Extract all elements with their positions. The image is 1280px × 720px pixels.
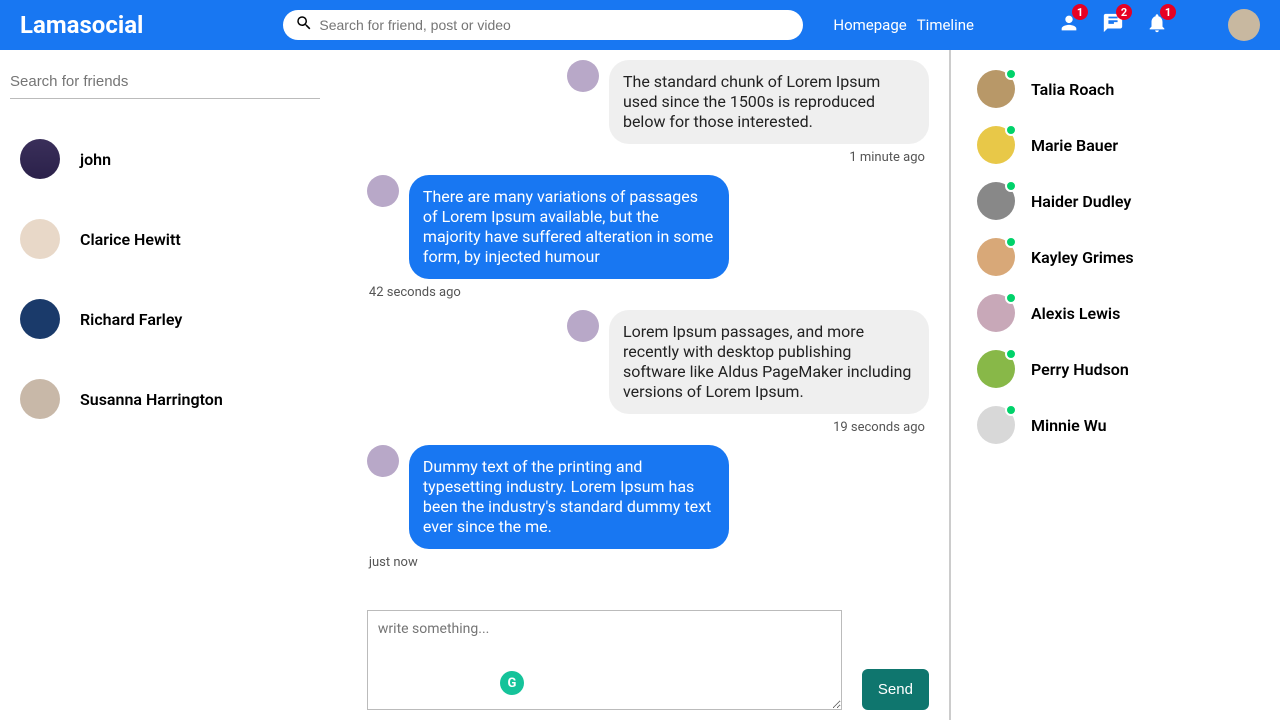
- message-bubble: Lorem Ipsum passages, and more recently …: [609, 310, 929, 414]
- message-bubble: There are many variations of passages of…: [409, 175, 729, 279]
- global-search-input[interactable]: [319, 17, 791, 33]
- avatar: [20, 299, 60, 339]
- message-time: 42 seconds ago: [367, 285, 461, 300]
- online-dot-icon: [1005, 348, 1017, 360]
- chat-column: The standard chunk of Lorem Ipsum used s…: [357, 50, 951, 720]
- message-bubble: Dummy text of the printing and typesetti…: [409, 445, 729, 549]
- online-name: Kayley Grimes: [1031, 248, 1134, 267]
- chat-icon[interactable]: 2: [1102, 12, 1124, 38]
- person-icon[interactable]: 1: [1058, 12, 1080, 38]
- online-name: Alexis Lewis: [1031, 304, 1120, 323]
- online-dot-icon: [1005, 404, 1017, 416]
- online-row[interactable]: Marie Bauer: [977, 126, 1270, 164]
- avatar: [20, 139, 60, 179]
- friend-name: Richard Farley: [80, 310, 182, 329]
- logo[interactable]: Lamasocial: [20, 11, 143, 39]
- online-name: Haider Dudley: [1031, 192, 1131, 211]
- online-dot-icon: [1005, 292, 1017, 304]
- message-row: The standard chunk of Lorem Ipsum used s…: [367, 60, 929, 165]
- friend-name: Susanna Harrington: [80, 390, 223, 409]
- nav-timeline[interactable]: Timeline: [917, 16, 974, 34]
- message-bubble: The standard chunk of Lorem Ipsum used s…: [609, 60, 929, 144]
- online-row[interactable]: Haider Dudley: [977, 182, 1270, 220]
- search-icon: [295, 14, 319, 36]
- friend-name: Clarice Hewitt: [80, 230, 181, 249]
- global-search[interactable]: [283, 10, 803, 40]
- compose-input[interactable]: [367, 610, 842, 710]
- bell-icon[interactable]: 1: [1146, 12, 1168, 38]
- avatar: [20, 379, 60, 419]
- online-name: Talia Roach: [1031, 80, 1114, 99]
- compose-area: Send: [367, 610, 929, 710]
- avatar: [367, 445, 399, 477]
- nav-icon-group: 1 2 1: [1058, 9, 1260, 41]
- avatar[interactable]: [1228, 9, 1260, 41]
- online-row[interactable]: Perry Hudson: [977, 350, 1270, 388]
- friend-name: john: [80, 150, 111, 169]
- online-name: Minnie Wu: [1031, 416, 1107, 435]
- nav-links: Homepage Timeline: [833, 16, 974, 34]
- online-column: Talia Roach Marie Bauer Haider Dudley Ka…: [951, 50, 1280, 720]
- online-dot-icon: [1005, 180, 1017, 192]
- message-row: Lorem Ipsum passages, and more recently …: [367, 310, 929, 435]
- friend-row[interactable]: Susanna Harrington: [10, 359, 347, 439]
- send-button[interactable]: Send: [862, 669, 929, 710]
- avatar: [367, 175, 399, 207]
- message-row: Dummy text of the printing and typesetti…: [367, 445, 929, 570]
- messages-list[interactable]: The standard chunk of Lorem Ipsum used s…: [367, 60, 929, 602]
- online-row[interactable]: Talia Roach: [977, 70, 1270, 108]
- online-name: Perry Hudson: [1031, 360, 1129, 379]
- avatar: [20, 219, 60, 259]
- chat-badge: 2: [1116, 4, 1132, 20]
- online-dot-icon: [1005, 124, 1017, 136]
- message-time: 1 minute ago: [849, 150, 929, 165]
- avatar: [567, 310, 599, 342]
- online-row[interactable]: Kayley Grimes: [977, 238, 1270, 276]
- friend-row[interactable]: Richard Farley: [10, 279, 347, 359]
- person-badge: 1: [1072, 4, 1088, 20]
- online-dot-icon: [1005, 68, 1017, 80]
- nav-homepage[interactable]: Homepage: [833, 16, 906, 34]
- friends-column: john Clarice Hewitt Richard Farley Susan…: [0, 50, 357, 720]
- online-dot-icon: [1005, 236, 1017, 248]
- avatar: [567, 60, 599, 92]
- online-row[interactable]: Alexis Lewis: [977, 294, 1270, 332]
- friend-row[interactable]: Clarice Hewitt: [10, 199, 347, 279]
- message-row: There are many variations of passages of…: [367, 175, 929, 300]
- friend-row[interactable]: john: [10, 119, 347, 199]
- online-row[interactable]: Minnie Wu: [977, 406, 1270, 444]
- bell-badge: 1: [1160, 4, 1176, 20]
- friend-search-input[interactable]: [10, 65, 320, 99]
- message-time: just now: [367, 555, 418, 570]
- message-time: 19 seconds ago: [833, 420, 929, 435]
- online-name: Marie Bauer: [1031, 136, 1118, 155]
- topbar: Lamasocial Homepage Timeline 1 2 1: [0, 0, 1280, 50]
